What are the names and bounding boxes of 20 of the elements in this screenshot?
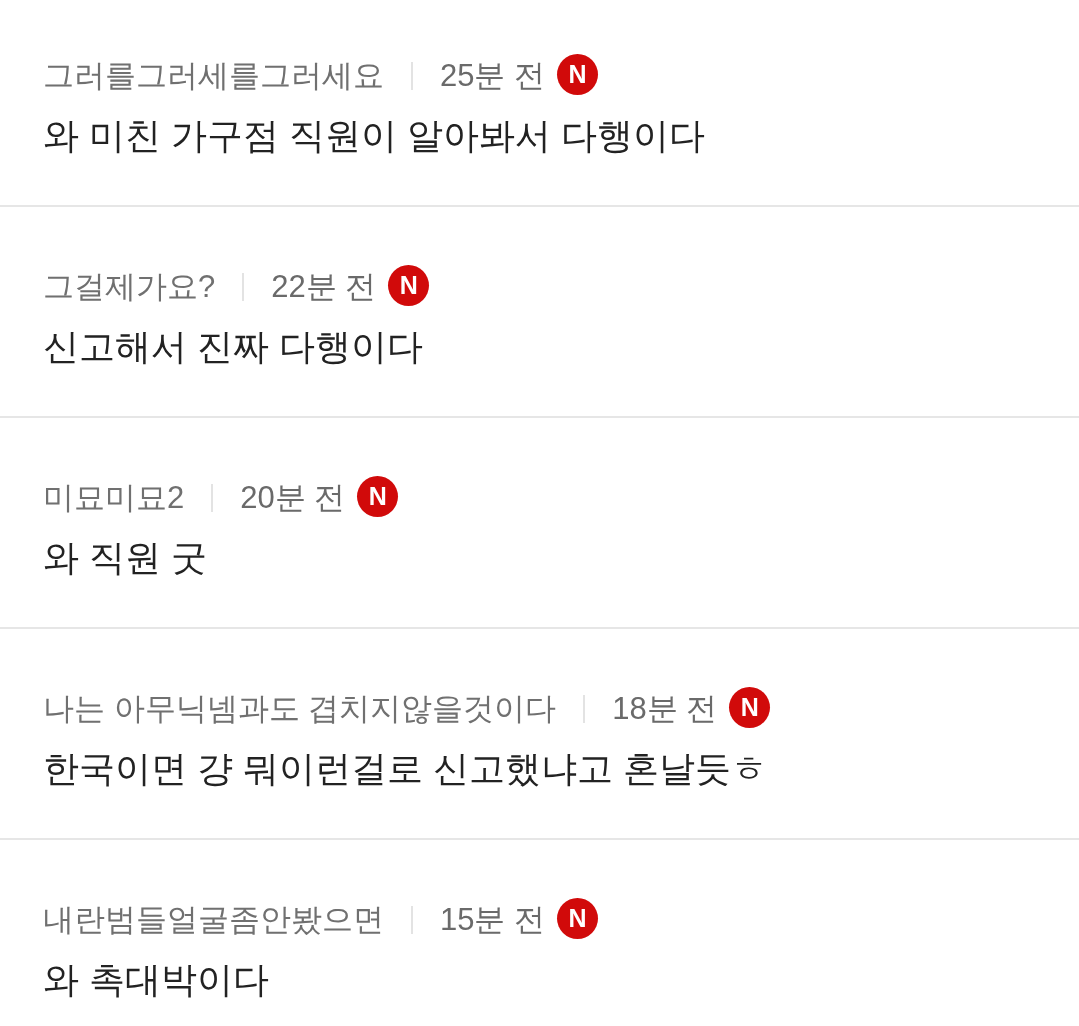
new-badge: N: [557, 897, 599, 939]
comment-text: 와 촉대박이다: [43, 958, 270, 1002]
comment-time: 18분 전: [612, 690, 718, 728]
comment-text: 와 직원 굿: [43, 536, 208, 580]
comment-time: 15분 전: [440, 901, 546, 939]
comment-time: 20분 전: [240, 479, 346, 517]
comment-author[interactable]: 내란범들얼굴좀안봤으면: [43, 900, 384, 940]
new-badge: N: [388, 264, 430, 306]
comment-author[interactable]: 그러를그러세를그러세요: [43, 56, 384, 96]
comment-text: 한국이면 걍 뭐이런걸로 신고했냐고 혼날듯ㅎ: [43, 747, 768, 791]
comment-author[interactable]: 나는 아무닉넴과도 겹치지않을것이다: [43, 689, 557, 729]
comment-text: 신고해서 진짜 다행이다: [43, 325, 424, 369]
comment-time: 22분 전: [271, 268, 377, 306]
comment-text: 와 미친 가구점 직원이 알아봐서 다행이다: [43, 114, 706, 158]
new-badge: N: [357, 475, 399, 517]
comment-time: 25분 전: [440, 57, 546, 95]
new-badge: N: [557, 53, 599, 95]
new-badge: N: [729, 686, 771, 728]
comment-author[interactable]: 미묘미묘2: [43, 478, 185, 518]
comment-author[interactable]: 그걸제가요?: [43, 267, 216, 307]
